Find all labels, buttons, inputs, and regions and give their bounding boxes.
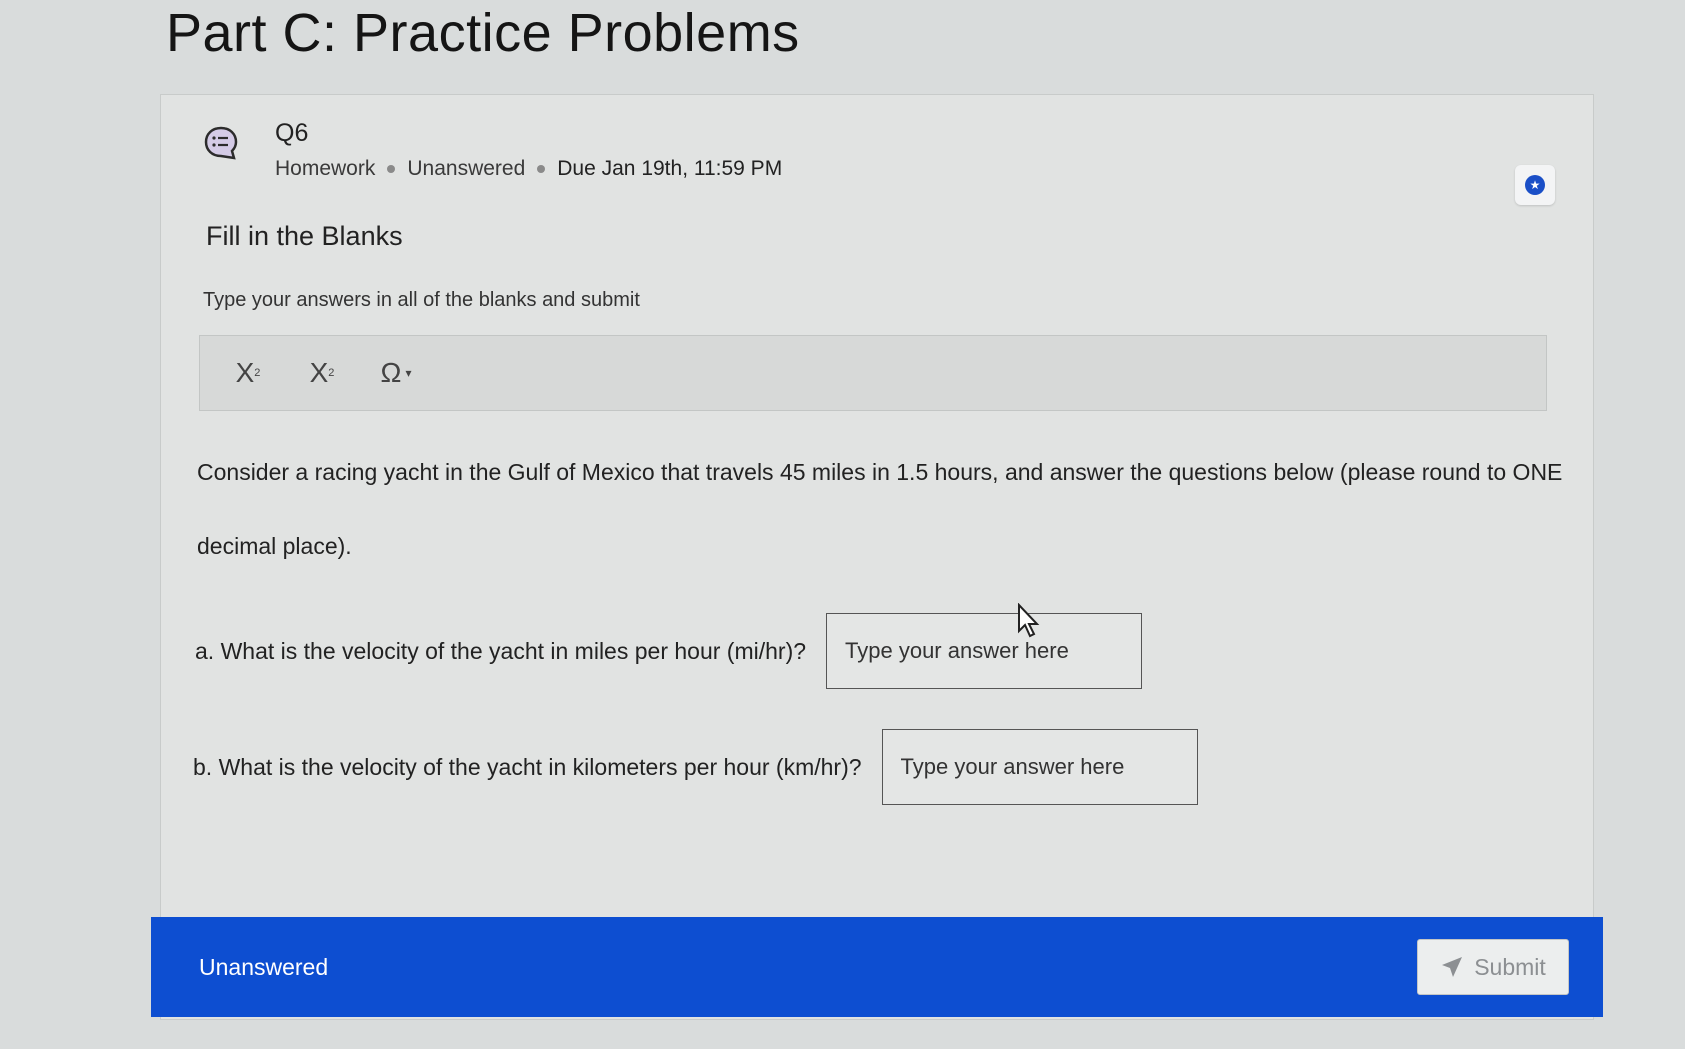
footer-status: Unanswered xyxy=(199,953,329,980)
separator-dot xyxy=(387,165,396,173)
bookmark-button[interactable]: ★ xyxy=(1515,165,1555,205)
question-part-b: b. What is the velocity of the yacht in … xyxy=(193,729,1198,805)
due-date: Due Jan 19th, 11:59 PM xyxy=(557,157,783,180)
part-b-label: b. What is the velocity of the yacht in … xyxy=(193,753,862,780)
editor-toolbar: X2 X2 Ω ▾ xyxy=(199,335,1547,411)
question-meta: Homework Unanswered Due Jan 19th, 11:59 … xyxy=(275,157,782,181)
paper-plane-icon xyxy=(1442,957,1463,977)
question-status: Unanswered xyxy=(407,157,526,180)
question-footer: Unanswered Submit xyxy=(151,917,1603,1017)
question-card: Q6 Homework Unanswered Due Jan 19th, 11:… xyxy=(151,94,1603,1020)
mouse-pointer-icon xyxy=(1018,603,1040,638)
section-title: Fill in the Blanks xyxy=(206,221,403,251)
subscript-button[interactable]: X2 xyxy=(222,343,274,403)
question-body: Consider a racing yacht in the Gulf of M… xyxy=(197,459,1563,559)
question-part-a: a. What is the velocity of the yacht in … xyxy=(195,613,1143,689)
fill-in-blanks-icon xyxy=(204,126,238,160)
page-title: Part C: Practice Problems xyxy=(166,3,800,63)
question-number: Q6 xyxy=(275,119,309,147)
special-characters-button[interactable]: Ω ▾ xyxy=(370,343,422,403)
question-type: Homework xyxy=(275,157,376,180)
part-b-answer-input[interactable] xyxy=(881,729,1198,805)
superscript-icon: X xyxy=(309,357,329,388)
omega-icon: Ω xyxy=(380,357,402,388)
subscript-icon: X xyxy=(235,357,255,388)
instructions: Type your answers in all of the blanks a… xyxy=(203,289,640,311)
star-icon: ★ xyxy=(1525,175,1545,195)
part-a-label: a. What is the velocity of the yacht in … xyxy=(195,637,807,664)
separator-dot xyxy=(537,165,546,173)
part-a-answer-input[interactable] xyxy=(826,613,1143,689)
submit-button[interactable]: Submit xyxy=(1417,939,1569,995)
submit-label: Submit xyxy=(1474,953,1546,980)
caret-down-icon: ▾ xyxy=(405,366,412,380)
superscript-button[interactable]: X2 xyxy=(296,343,348,403)
